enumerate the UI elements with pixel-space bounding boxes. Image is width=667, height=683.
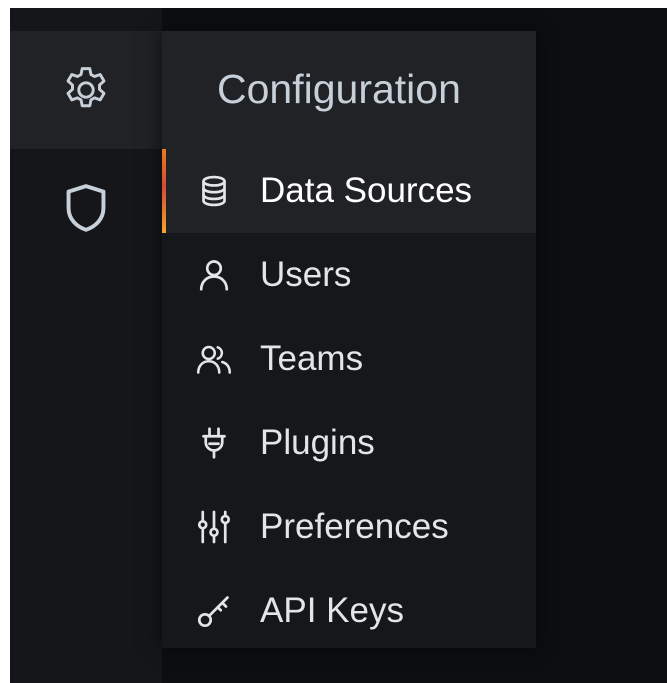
user-icon (196, 257, 232, 293)
active-indicator (162, 149, 166, 233)
menu-item-plugins[interactable]: Plugins (162, 401, 536, 485)
dropdown-title: Configuration (217, 66, 461, 112)
sidemenu-item-server-admin[interactable] (10, 149, 162, 267)
menu-item-label: Preferences (260, 507, 449, 546)
configuration-dropdown: Configuration Data Sources Users Teams P… (162, 31, 536, 648)
menu-item-preferences[interactable]: Preferences (162, 485, 536, 569)
menu-item-label: Users (260, 255, 352, 294)
menu-item-label: API Keys (260, 591, 404, 630)
dropdown-header[interactable]: Configuration (162, 31, 536, 149)
key-icon (196, 593, 232, 629)
gear-icon (59, 63, 113, 117)
menu-item-label: Plugins (260, 423, 375, 462)
sidemenu-item-configuration[interactable] (10, 31, 162, 149)
database-icon (196, 173, 232, 209)
menu-item-users[interactable]: Users (162, 233, 536, 317)
menu-item-label: Teams (260, 339, 364, 378)
menu-item-data-sources[interactable]: Data Sources (162, 149, 536, 233)
menu-item-api-keys[interactable]: API Keys (162, 569, 536, 653)
app-frame: Configuration Data Sources Users Teams P… (10, 8, 667, 683)
users-icon (196, 341, 232, 377)
sliders-icon (196, 509, 232, 545)
shield-icon (62, 181, 110, 235)
sidemenu (10, 8, 162, 683)
menu-item-teams[interactable]: Teams (162, 317, 536, 401)
plug-icon (196, 425, 232, 461)
menu-item-label: Data Sources (260, 171, 473, 210)
